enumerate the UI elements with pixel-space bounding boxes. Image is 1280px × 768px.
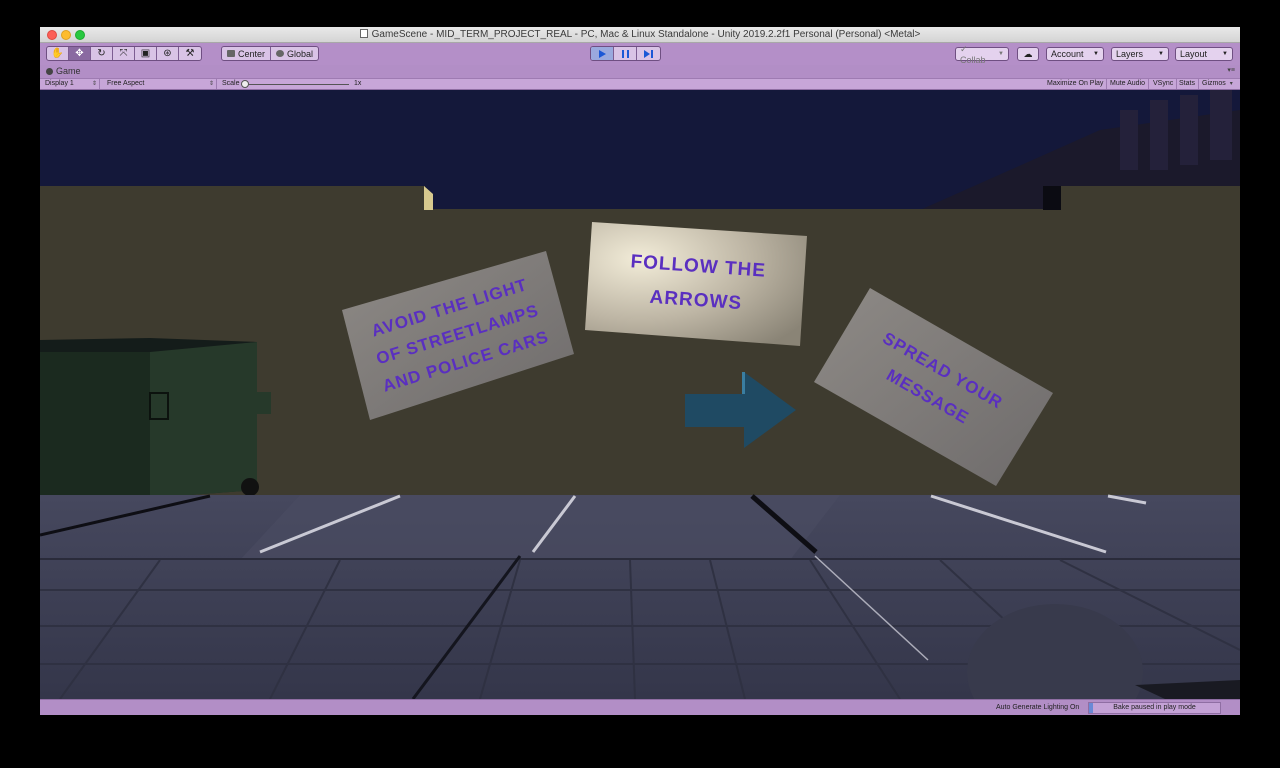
game-scene-render: AVOID THE LIGHT OF STREETLAMPS AND POLIC… bbox=[40, 90, 1240, 699]
unity-editor-window: GameScene - MID_TERM_PROJECT_REAL - PC, … bbox=[40, 27, 1240, 715]
custom-tool-button[interactable]: ⚒ bbox=[179, 47, 201, 60]
chevron-down-icon: ▼ bbox=[1158, 51, 1164, 57]
layers-label: Layers bbox=[1116, 49, 1144, 59]
chevron-updown-icon: ⇕ bbox=[208, 81, 214, 87]
play-icon bbox=[598, 49, 606, 58]
gizmos-dropdown[interactable]: Gizmos ▾ bbox=[1199, 79, 1236, 89]
chevron-down-icon: ▼ bbox=[998, 51, 1004, 57]
wall-gap-dark bbox=[1043, 186, 1061, 210]
transform-tool-icon: ⊛ bbox=[163, 48, 172, 59]
chevron-down-icon: ▾ bbox=[1229, 81, 1233, 87]
scale-value: 1x bbox=[354, 80, 362, 87]
bake-progress-fill bbox=[1089, 703, 1093, 713]
chevron-down-icon: ▼ bbox=[1222, 51, 1228, 57]
mute-audio-toggle[interactable]: Mute Audio bbox=[1107, 79, 1150, 89]
chevron-down-icon: ▼ bbox=[1093, 51, 1099, 57]
aspect-dropdown[interactable]: Free Aspect ⇕ bbox=[104, 79, 217, 89]
rect-tool-icon: ▣ bbox=[140, 48, 151, 59]
pivot-global-label: Global bbox=[287, 48, 314, 59]
account-dropdown[interactable]: Account ▼ bbox=[1046, 47, 1104, 61]
pivot-center-icon bbox=[227, 50, 235, 57]
layers-dropdown[interactable]: Layers ▼ bbox=[1111, 47, 1169, 61]
gizmos-label: Gizmos bbox=[1202, 80, 1226, 87]
status-bar: Auto Generate Lighting On Bake paused in… bbox=[40, 699, 1240, 715]
collab-dropdown[interactable]: ✓ Collab ▼ bbox=[955, 44, 1009, 65]
document-icon bbox=[359, 29, 368, 38]
pivot-controls: Center Global bbox=[221, 46, 320, 61]
window-title-text: GameScene - MID_TERM_PROJECT_REAL - PC, … bbox=[371, 29, 921, 40]
scale-slider-handle[interactable] bbox=[241, 80, 249, 88]
title-bar: GameScene - MID_TERM_PROJECT_REAL - PC, … bbox=[40, 27, 1240, 43]
pivot-global-toggle[interactable]: Global bbox=[271, 47, 318, 60]
window-title: GameScene - MID_TERM_PROJECT_REAL - PC, … bbox=[40, 29, 1240, 40]
pause-button[interactable] bbox=[614, 47, 637, 60]
rotate-tool-icon: ↻ bbox=[97, 48, 106, 59]
vsync-toggle[interactable]: VSync bbox=[1150, 79, 1178, 89]
globe-icon bbox=[276, 50, 285, 57]
transform-tools: ✋ ✥ ↻ ⤧ ▣ ⊛ ⚒ bbox=[46, 46, 202, 61]
game-view-toolbar: Display 1 ⇕ Free Aspect ⇕ Scale 1x Maximiz… bbox=[40, 78, 1240, 90]
main-toolbar: ✋ ✥ ↻ ⤧ ▣ ⊛ ⚒ Center Global ✓ Collab ▼ ☁ … bbox=[40, 43, 1240, 65]
scale-slider-track[interactable] bbox=[241, 84, 349, 85]
move-tool-button[interactable]: ✥ bbox=[69, 47, 91, 60]
layout-dropdown[interactable]: Layout ▼ bbox=[1175, 47, 1233, 61]
play-controls bbox=[590, 46, 661, 61]
custom-tool-icon: ⚒ bbox=[185, 48, 195, 59]
chevron-updown-icon: ⇕ bbox=[91, 81, 97, 87]
rect-tool-button[interactable]: ▣ bbox=[135, 47, 157, 60]
scale-label: Scale bbox=[222, 80, 240, 87]
collab-label: ✓ Collab bbox=[960, 43, 986, 65]
game-view-header: Game ▾≡ bbox=[40, 65, 1240, 78]
account-label: Account bbox=[1051, 49, 1084, 59]
game-tab-icon bbox=[46, 68, 53, 75]
stats-toggle[interactable]: Stats bbox=[1176, 79, 1199, 89]
pause-icon bbox=[621, 49, 629, 58]
step-icon bbox=[644, 49, 653, 58]
layout-label: Layout bbox=[1180, 49, 1208, 59]
transform-tool-button[interactable]: ⊛ bbox=[157, 47, 179, 60]
panel-menu-icon[interactable]: ▾≡ bbox=[1227, 66, 1235, 74]
rotate-tool-button[interactable]: ↻ bbox=[91, 47, 113, 60]
scale-tool-button[interactable]: ⤧ bbox=[113, 47, 135, 60]
aspect-label: Free Aspect bbox=[107, 80, 145, 87]
auto-generate-lighting-status[interactable]: Auto Generate Lighting On bbox=[996, 704, 1079, 711]
sign-follow-arrows: FOLLOW THE ARROWS bbox=[585, 222, 807, 346]
wall-right bbox=[1060, 186, 1240, 496]
pivot-center-label: Center bbox=[238, 48, 266, 59]
cloud-button[interactable]: ☁ bbox=[1017, 47, 1039, 61]
hand-tool-button[interactable]: ✋ bbox=[47, 47, 69, 60]
game-tab-label: Game bbox=[56, 66, 81, 76]
cloud-icon: ☁ bbox=[1023, 48, 1033, 59]
display-dropdown[interactable]: Display 1 ⇕ bbox=[42, 79, 100, 89]
maximize-on-play-toggle[interactable]: Maximize On Play bbox=[1044, 79, 1108, 89]
scale-tool-icon: ⤧ bbox=[119, 48, 128, 59]
play-button[interactable] bbox=[591, 47, 614, 60]
bake-status-label: Bake paused in play mode bbox=[1113, 704, 1196, 711]
bake-progress: Bake paused in play mode bbox=[1088, 702, 1221, 714]
pivot-center-toggle[interactable]: Center bbox=[222, 47, 272, 60]
move-tool-icon: ✥ bbox=[75, 48, 84, 59]
display-label: Display 1 bbox=[45, 80, 74, 87]
tab-game[interactable]: Game bbox=[46, 66, 81, 76]
step-button[interactable] bbox=[637, 47, 660, 60]
game-viewport[interactable]: AVOID THE LIGHT OF STREETLAMPS AND POLIC… bbox=[40, 90, 1240, 699]
hand-tool-icon: ✋ bbox=[51, 48, 64, 59]
street-lit-area bbox=[240, 495, 840, 560]
